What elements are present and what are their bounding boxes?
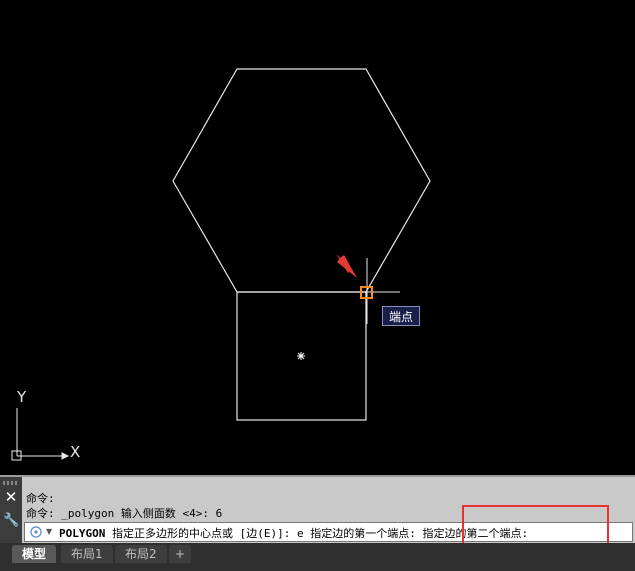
command-line-sidebar: ✕ 🔧 bbox=[0, 477, 22, 545]
add-tab-button[interactable]: + bbox=[169, 545, 192, 563]
ucs-icon bbox=[11, 408, 70, 461]
grip-handle[interactable] bbox=[3, 481, 19, 485]
chevron-down-icon[interactable]: ▼ bbox=[46, 527, 52, 536]
center-marker-icon bbox=[297, 352, 305, 360]
tab-layout1[interactable]: 布局1 bbox=[61, 545, 113, 563]
command-text: POLYGON 指定正多边形的中心点或 [边(E)]: e 指定边的第一个端点:… bbox=[59, 525, 528, 541]
command-name: POLYGON bbox=[59, 527, 106, 540]
wrench-icon[interactable]: 🔧 bbox=[3, 513, 19, 529]
ucs-x-label: X bbox=[70, 443, 80, 461]
history-line-2: 命令: _polygon 输入侧面数 <4>: 6 bbox=[26, 507, 223, 520]
tab-layout2[interactable]: 布局2 bbox=[115, 545, 167, 563]
command-icon[interactable] bbox=[29, 525, 43, 539]
drawing-viewport[interactable]: Y X bbox=[0, 0, 635, 475]
history-line-1: 命令: bbox=[26, 492, 55, 505]
hexagon[interactable] bbox=[172, 68, 431, 293]
layout-tabs: 模型 布局1 布局2 + bbox=[0, 543, 635, 571]
ucs-y-label: Y bbox=[16, 388, 27, 406]
snap-tooltip: 端点 bbox=[382, 306, 420, 326]
tab-model[interactable]: 模型 bbox=[12, 545, 57, 563]
close-icon[interactable]: ✕ bbox=[3, 489, 19, 505]
